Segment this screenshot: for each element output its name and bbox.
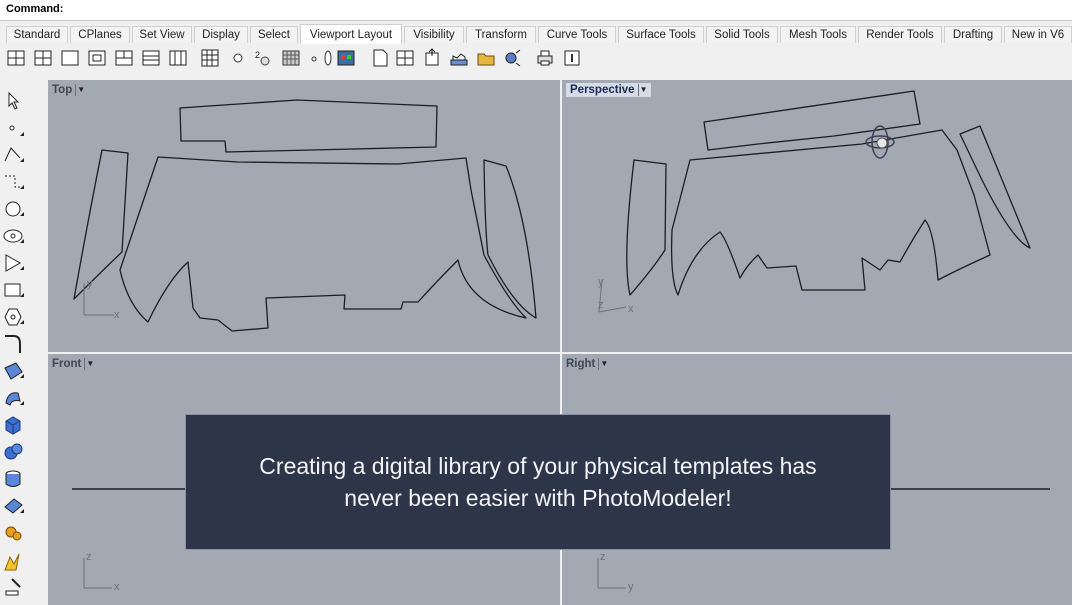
- ellipse-icon[interactable]: [2, 225, 26, 247]
- viewport-title-right[interactable]: Right ▼: [566, 357, 611, 371]
- maximize-viewport-icon[interactable]: [60, 48, 80, 68]
- zoom-icon[interactable]: [228, 48, 248, 68]
- command-input[interactable]: [66, 1, 1070, 19]
- camera-options-icon[interactable]: [502, 48, 522, 68]
- rectangle-icon[interactable]: [2, 279, 26, 301]
- split-grid-icon[interactable]: [168, 48, 188, 68]
- single-viewport-icon[interactable]: [6, 48, 26, 68]
- tab-transform[interactable]: Transform: [466, 26, 536, 43]
- viewport-perspective[interactable]: y z x Perspective ▼: [562, 80, 1072, 352]
- tab-render-tools[interactable]: Render Tools: [858, 26, 942, 43]
- viewport-menu-icon[interactable]: ▼: [598, 358, 609, 370]
- viewport-title-text: Right: [566, 358, 596, 370]
- caption-line-1: Creating a digital library of your physi…: [259, 453, 817, 479]
- axis-x-label: x: [114, 309, 120, 321]
- tab-drafting[interactable]: Drafting: [944, 26, 1002, 43]
- explode-icon[interactable]: [2, 551, 26, 573]
- named-view-icon[interactable]: 2: [253, 48, 273, 68]
- plane-surface-icon[interactable]: [2, 495, 26, 517]
- tab-surface-tools[interactable]: Surface Tools: [618, 26, 704, 43]
- split-vertical-icon[interactable]: [141, 48, 161, 68]
- viewport-title-text: Front: [52, 358, 82, 370]
- viewport-menu-icon[interactable]: ▼: [75, 84, 86, 96]
- axis-y-label: y: [598, 276, 604, 288]
- command-bar: Command:: [0, 0, 1072, 21]
- circle-icon[interactable]: [2, 198, 26, 220]
- tab-display[interactable]: Display: [194, 26, 248, 43]
- viewport-title-text: Perspective: [570, 84, 635, 96]
- cylinder-icon[interactable]: [2, 468, 26, 490]
- svg-text:2: 2: [255, 50, 260, 60]
- grid-icon[interactable]: [281, 48, 301, 68]
- axis-y-label: y: [87, 278, 93, 290]
- axis-y-label: y: [628, 581, 634, 593]
- tab-viewport-layout[interactable]: Viewport Layout: [300, 24, 402, 44]
- render-preview-icon[interactable]: [336, 48, 356, 68]
- viewport-title-text: Top: [52, 84, 73, 96]
- axis-x-label: x: [114, 581, 120, 593]
- viewport-title-top[interactable]: Top ▼: [52, 83, 88, 97]
- viewport-menu-icon[interactable]: ▼: [637, 84, 649, 96]
- print-icon[interactable]: [535, 48, 555, 68]
- ellipse-icon[interactable]: [318, 48, 338, 68]
- new-viewport-icon[interactable]: [87, 48, 107, 68]
- hexagon-icon[interactable]: [2, 306, 26, 328]
- tab-select[interactable]: Select: [250, 26, 298, 43]
- surface-icon[interactable]: [2, 360, 26, 382]
- curve-icon[interactable]: [2, 171, 26, 193]
- viewport-layout-toolbar: 2: [0, 45, 1072, 73]
- polyline-icon[interactable]: [2, 144, 26, 166]
- caption-line-2: never been easier with PhotoModeler!: [344, 485, 732, 511]
- axis-x-label: x: [628, 303, 634, 315]
- detail-view-icon[interactable]: [395, 48, 415, 68]
- select-arrow-icon[interactable]: [2, 90, 26, 112]
- layout-grid-icon[interactable]: [200, 48, 220, 68]
- template-outlines: [626, 90, 1031, 296]
- layout-export-icon[interactable]: [422, 48, 442, 68]
- tab-cplanes[interactable]: CPlanes: [70, 26, 130, 43]
- gear-transform-icon[interactable]: [2, 522, 26, 544]
- viewport-title-perspective[interactable]: Perspective ▼: [566, 83, 651, 97]
- four-viewports-icon[interactable]: [33, 48, 53, 68]
- tab-visibility[interactable]: Visibility: [404, 26, 464, 43]
- sweep-icon[interactable]: [2, 387, 26, 409]
- tab-solid-tools[interactable]: Solid Tools: [706, 26, 778, 43]
- tab-set-view[interactable]: Set View: [132, 26, 192, 43]
- template-outlines: [73, 99, 537, 332]
- page-layout-icon[interactable]: [370, 48, 390, 68]
- tab-standard[interactable]: Standard: [6, 26, 68, 43]
- command-sidebar: [0, 80, 48, 605]
- properties-icon[interactable]: [562, 48, 582, 68]
- open-folder-icon[interactable]: [476, 48, 496, 68]
- axis-z-label: z: [86, 551, 92, 563]
- viewport-title-front[interactable]: Front ▼: [52, 357, 97, 371]
- tab-new-in-v6[interactable]: New in V6: [1004, 26, 1072, 43]
- tab-mesh-tools[interactable]: Mesh Tools: [780, 26, 856, 43]
- trim-icon[interactable]: [2, 576, 26, 598]
- split-horizontal-icon[interactable]: [114, 48, 134, 68]
- caption-overlay: Creating a digital library of your physi…: [185, 414, 891, 550]
- tab-curve-tools[interactable]: Curve Tools: [538, 26, 616, 43]
- toolbar-tabs: Standard CPlanes Set View Display Select…: [0, 24, 1072, 44]
- box-solid-icon[interactable]: [2, 414, 26, 436]
- axis-z-label: z: [600, 551, 606, 563]
- polygon-icon[interactable]: [2, 252, 26, 274]
- floor-plan-icon[interactable]: [449, 48, 469, 68]
- viewport-top[interactable]: y x Top ▼: [48, 80, 560, 352]
- viewport-menu-icon[interactable]: ▼: [84, 358, 95, 370]
- command-label: Command:: [6, 3, 64, 15]
- sphere-union-icon[interactable]: [2, 441, 26, 463]
- point-icon[interactable]: [2, 118, 26, 140]
- fillet-icon[interactable]: [2, 333, 26, 355]
- axis-z-label: z: [598, 299, 604, 311]
